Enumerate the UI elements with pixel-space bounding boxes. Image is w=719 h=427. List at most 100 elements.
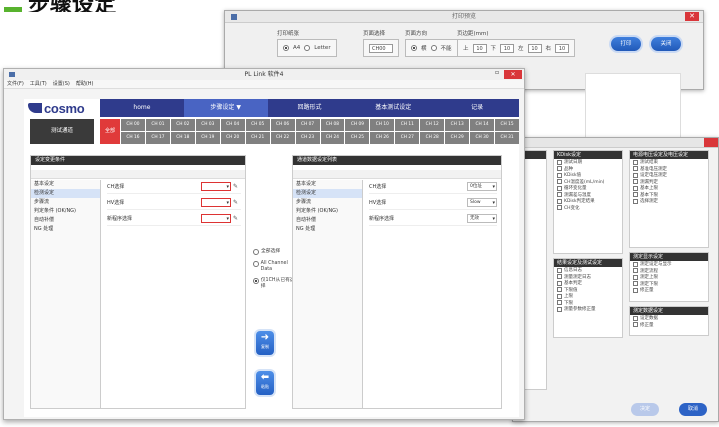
channel-button[interactable]: CH 02 [170,119,195,131]
channel-button[interactable]: CH 13 [445,119,470,131]
report-option[interactable]: 修正量 [630,322,708,329]
channel-button[interactable]: CH 07 [295,119,320,131]
channel-button[interactable]: CH 20 [220,132,245,144]
channel-button[interactable]: CH 31 [495,132,519,144]
channel-button[interactable]: CH 15 [495,119,519,131]
channel-button[interactable]: CH 09 [345,119,370,131]
channel-button[interactable]: CH 23 [295,132,320,144]
channel-button[interactable]: CH 08 [320,119,345,131]
a4-label: A4 [293,45,301,51]
setting-row: HV选择 ▾ ✎ [107,196,241,210]
list-item[interactable]: 检测设定 [293,189,362,198]
tab-circuit[interactable]: 回路形式 [268,99,352,117]
radio-landscape[interactable] [430,45,437,51]
report-ok-button[interactable]: 决定 [631,403,659,416]
channel-button[interactable]: CH 12 [420,119,445,131]
pen-icon[interactable]: ✎ [233,183,241,190]
tab-basic-test[interactable]: 基本测试设定 [351,99,435,117]
close-button[interactable]: 关闭 [651,37,681,51]
list-item[interactable]: 自动补偿 [31,216,100,225]
channel-button[interactable]: CH 05 [245,119,270,131]
report-option[interactable]: 选择测定 [630,198,708,205]
radio-portrait[interactable] [411,45,417,51]
channel-button[interactable]: CH 19 [195,132,220,144]
margin-left-input[interactable]: 10 [527,43,542,53]
channel-button[interactable]: CH 21 [245,132,270,144]
menu-settings[interactable]: 设置(S) [53,80,70,88]
radio-a4[interactable] [283,45,289,51]
channel-button[interactable]: CH 22 [270,132,295,144]
list-item[interactable]: 步骤流 [293,198,362,207]
margin-right-input[interactable]: 10 [555,43,570,53]
setting-dropdown[interactable]: 无效 ▾ [467,214,497,223]
list-item[interactable]: 自动补偿 [293,216,362,225]
print-button[interactable]: 打印 [611,37,641,51]
channel-button[interactable]: CH 29 [445,132,470,144]
option-select-all[interactable]: 全部选择 [253,249,297,255]
report-group-4-header: 结果设定及测试设定 [554,259,622,267]
setting-dropdown[interactable]: ▾ [201,214,231,223]
page-select-dropdown[interactable]: CH00 [369,43,393,53]
close-icon[interactable]: ✕ [504,70,522,79]
report-option[interactable]: CH变化 [554,205,622,212]
setting-dropdown[interactable]: 0位址 ▾ [467,182,497,191]
list-item[interactable]: 步骤流 [31,198,100,207]
menu-file[interactable]: 文件(F) [7,80,24,88]
list-item[interactable]: 基本设定 [293,180,362,189]
channel-button[interactable]: CH 25 [345,132,370,144]
close-icon[interactable]: ✕ [685,12,699,21]
channel-button[interactable]: CH 18 [170,132,195,144]
channel-button[interactable]: CH 06 [270,119,295,131]
nav-tabs: home 步骤设定 ▼ 回路形式 基本测试设定 记录 [100,99,519,117]
orientation-group: 页面方向 横 不能 [405,29,458,57]
channel-button[interactable]: CH 00 [121,119,145,131]
window-title: PL Link 软件4 [244,71,284,78]
pen-icon[interactable]: ✎ [233,215,241,222]
option-single-channel[interactable]: 仅1CH从已有选择 [253,278,297,289]
channel-button[interactable]: CH 11 [395,119,420,131]
tab-record[interactable]: 记录 [435,99,519,117]
menu-tools[interactable]: 工具(T) [30,80,47,88]
close-icon[interactable] [704,138,718,147]
channel-button[interactable]: CH 14 [470,119,495,131]
tab-home[interactable]: home [100,99,184,117]
channel-button[interactable]: CH 30 [470,132,495,144]
report-cancel-button[interactable]: 取消 [679,403,707,416]
list-item[interactable]: 判定条件 (OK/NG) [293,207,362,216]
channel-button[interactable]: CH 04 [220,119,245,131]
setting-dropdown[interactable]: ▾ [201,198,231,207]
channel-button[interactable]: CH 27 [395,132,420,144]
setting-dropdown[interactable]: ▾ [201,182,231,191]
tab-step-settings[interactable]: 步骤设定 ▼ [183,99,268,117]
radio-letter[interactable] [304,45,311,51]
list-item[interactable]: 检测设定 [31,189,100,198]
menu-help[interactable]: 帮助(H) [76,80,94,88]
copy-button[interactable]: ➜ 复制 [256,331,274,355]
setting-dropdown[interactable]: Slow ▾ [467,198,497,207]
channel-button[interactable]: CH 16 [121,132,145,144]
report-group-4: 结果设定及测试设定 信息日志 测量测定日志 基本判定 下限值 上限 下限 测量参… [553,258,623,338]
pen-icon[interactable]: ✎ [233,199,241,206]
channel-button[interactable]: CH 10 [370,119,395,131]
list-item[interactable]: NG 处理 [31,225,100,234]
channel-all-button[interactable]: 全部 [100,119,120,144]
app-icon [231,14,237,20]
list-item[interactable]: NG 处理 [293,225,362,234]
channel-button[interactable]: CH 28 [420,132,445,144]
channel-button[interactable]: CH 03 [195,119,220,131]
list-item[interactable]: 基本设定 [31,180,100,189]
option-all-channel[interactable]: All Channel Data [253,261,297,272]
minimize-icon[interactable]: ▫ [492,70,502,78]
heading-text: 步骤设定 [28,0,116,12]
paste-button[interactable]: ⬅ 粘贴 [256,371,274,395]
margin-top-input[interactable]: 10 [472,43,487,53]
channel-button[interactable]: CH 17 [145,132,170,144]
channel-button[interactable]: CH 26 [370,132,395,144]
paste-button-label: 粘贴 [261,384,269,389]
report-option[interactable]: 测量参数修正量 [554,306,622,313]
list-item[interactable]: 判定条件 (OK/NG) [31,207,100,216]
margin-bottom-input[interactable]: 10 [500,43,515,53]
channel-button[interactable]: CH 24 [320,132,345,144]
report-option[interactable]: 修正量 [630,287,708,294]
channel-button[interactable]: CH 01 [145,119,170,131]
